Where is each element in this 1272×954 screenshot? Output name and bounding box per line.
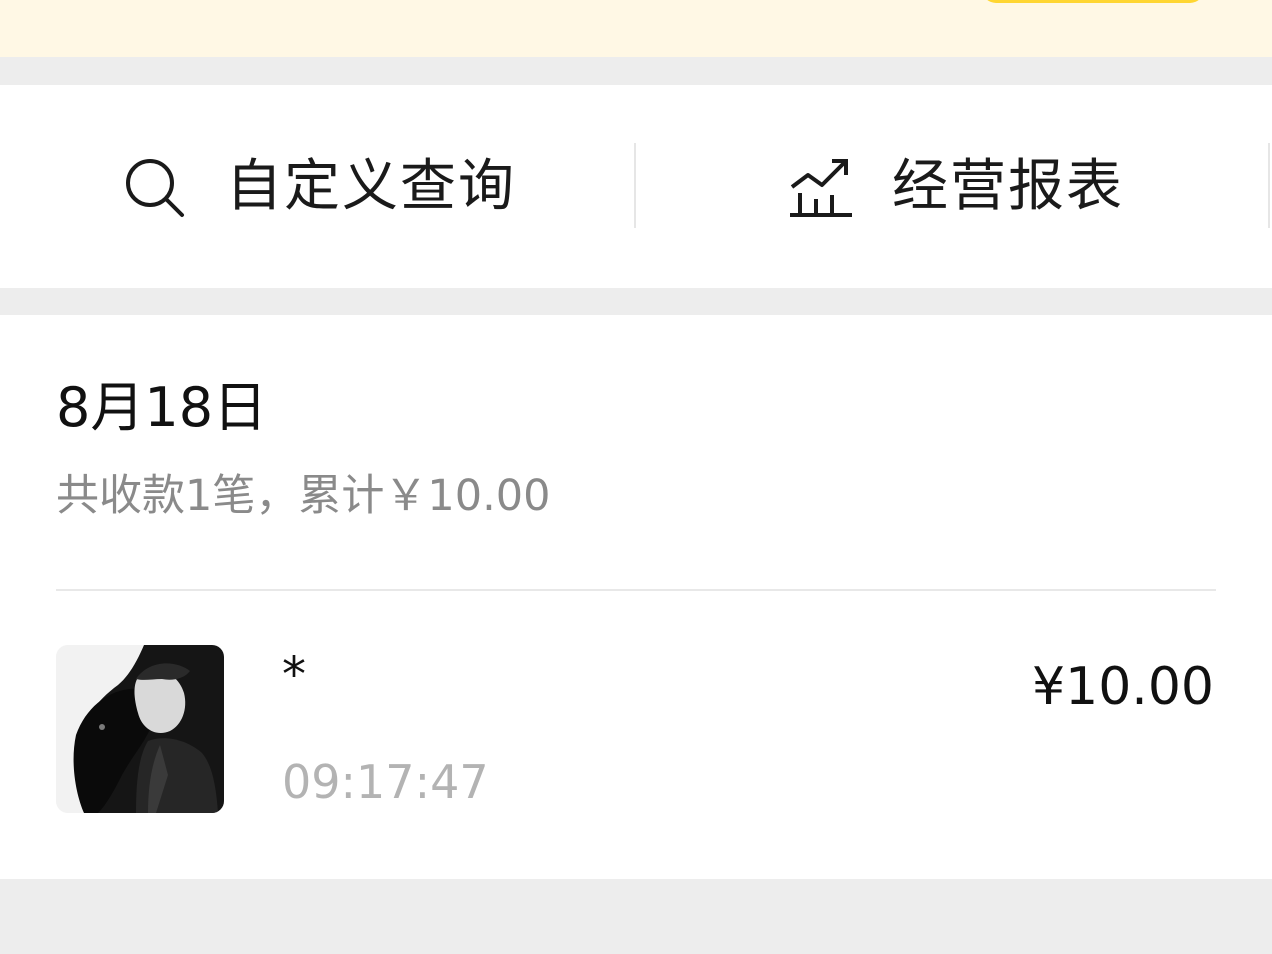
banner-button[interactable]	[982, 0, 1204, 3]
search-icon	[122, 155, 186, 219]
custom-query-label: 自定义查询	[226, 153, 516, 219]
business-report-label: 经营报表	[892, 153, 1124, 219]
day-section: 8月18日 共收款1笔，累计￥10.00 * 09:17:47 ¥10.00	[0, 315, 1272, 879]
payer-name: *	[282, 647, 306, 703]
action-divider	[634, 143, 636, 228]
payer-avatar	[56, 645, 224, 813]
custom-query-button[interactable]: 自定义查询	[122, 85, 516, 288]
growth-chart-icon	[786, 155, 854, 219]
day-summary: 共收款1笔，累计￥10.00	[56, 471, 551, 521]
transaction-row[interactable]: * 09:17:47 ¥10.00	[0, 591, 1272, 879]
action-divider	[1268, 143, 1270, 228]
business-report-button[interactable]: 经营报表	[786, 85, 1124, 288]
transaction-amount: ¥10.00	[1032, 657, 1214, 717]
quick-actions: 自定义查询 经营报表	[0, 85, 1272, 288]
date-title: 8月18日	[56, 376, 268, 439]
transaction-time: 09:17:47	[282, 755, 489, 809]
top-banner	[0, 0, 1272, 57]
